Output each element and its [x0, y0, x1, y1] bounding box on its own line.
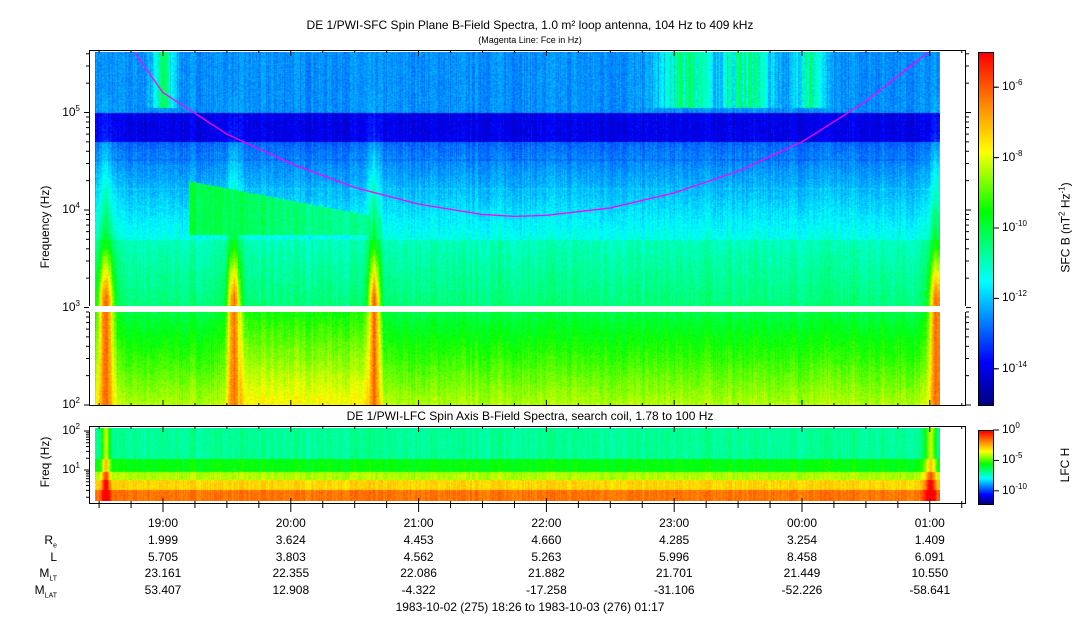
colorbar-tick-label: 10-12 — [1002, 289, 1027, 305]
colorbar-tick-label: 10-8 — [1002, 148, 1023, 164]
y-tick-label: 103 — [62, 298, 80, 314]
ephemeris-value: 4.660 — [531, 533, 562, 547]
bottom-y-axis-label: Freq (Hz) — [38, 436, 52, 488]
ephemeris-value: -52.226 — [781, 582, 823, 597]
ephemeris-value: 5.705 — [147, 549, 179, 564]
ephemeris-value: 12.908 — [272, 582, 310, 597]
ephemeris-value: 4.453 — [403, 533, 434, 547]
ephemeris-value: -31.106 — [653, 582, 695, 597]
y-tick-label: 104 — [62, 201, 80, 216]
ephemeris-value: 53.407 — [144, 582, 182, 597]
bottom-panel-title: DE 1/PWI-LFC Spin Axis B-Field Spectra, … — [346, 409, 714, 423]
colorbar-tick-label: 10-10 — [1002, 219, 1027, 234]
ephemeris-value: 4.285 — [659, 533, 690, 547]
colorbar-tick-label: 10-10 — [1002, 481, 1027, 497]
ephemeris-value: 3.803 — [275, 549, 306, 564]
top-panel-title: DE 1/PWI-SFC Spin Plane B-Field Spectra,… — [306, 18, 754, 32]
ephemeris-row-label: L — [50, 549, 57, 564]
ephemeris-value: 21.882 — [528, 566, 565, 580]
time-tick-label: 23:00 — [659, 516, 690, 530]
ephemeris-value: 5.996 — [659, 549, 690, 564]
ephemeris-value: 21.449 — [783, 566, 821, 580]
ephemeris-value: 6.091 — [914, 549, 945, 564]
y-tick-label: 105 — [62, 103, 80, 119]
spectrogram-figure: 102 103 104 105 102 101 10-6 10-8 10-10 10-12 10-1… — [0, 0, 1083, 620]
ephemeris-value: 3.624 — [275, 533, 306, 547]
time-tick-label: 20:00 — [275, 516, 306, 530]
ephemeris-value: 21.701 — [655, 566, 693, 580]
y-tick-label: 102 — [62, 396, 80, 411]
ephemeris-value: 10.550 — [911, 566, 949, 580]
ephemeris-value: 1.999 — [147, 533, 179, 547]
lfc-colorbar-label: LFC H — [1058, 447, 1072, 483]
ephemeris-value: 4.562 — [403, 549, 434, 564]
ephemeris-row-label: Re — [44, 533, 57, 550]
ephemeris-value: 23.161 — [144, 566, 182, 580]
ephemeris-value: 5.263 — [531, 549, 562, 564]
ephemeris-value: 22.086 — [400, 566, 437, 580]
time-tick-label: 19:00 — [147, 516, 179, 530]
top-panel-subtitle: (Magenta Line: Fce in Hz) — [478, 35, 582, 45]
ephemeris-value: 8.458 — [786, 549, 818, 564]
ephemeris-row-label: MLAT — [34, 582, 57, 599]
time-tick-label: 21:00 — [403, 516, 434, 530]
colorbar-tick-label: 10-14 — [1002, 359, 1027, 375]
ephemeris-value: -58.641 — [909, 582, 951, 597]
ephemeris-row-label: MLT — [39, 566, 57, 583]
time-tick-label: 22:00 — [531, 516, 562, 530]
time-range-label: 1983-10-02 (275) 18:26 to 1983-10-03 (27… — [395, 600, 665, 614]
y-tick-label: 102 — [62, 422, 80, 437]
fce-line — [134, 52, 928, 218]
colorbar-tick-label: 100 — [1002, 421, 1020, 436]
ephemeris-value: 3.254 — [786, 533, 818, 547]
ephemeris-value: -17.258 — [526, 582, 567, 597]
sfc-colorbar-label: SFC B (nT2 Hz-1) — [1057, 182, 1073, 273]
y-tick-label: 101 — [62, 461, 80, 476]
colorbar-tick-label: 10-5 — [1002, 451, 1023, 467]
top-y-axis-label: Frequency (Hz) — [38, 185, 52, 269]
colorbar-tick-label: 10-6 — [1002, 78, 1023, 94]
time-tick-label: 00:00 — [786, 516, 818, 530]
ephemeris-value: -4.322 — [401, 582, 436, 597]
ephemeris-value: 1.409 — [914, 533, 945, 547]
time-tick-label: 01:00 — [914, 516, 945, 530]
ephemeris-value: 22.355 — [272, 566, 310, 580]
